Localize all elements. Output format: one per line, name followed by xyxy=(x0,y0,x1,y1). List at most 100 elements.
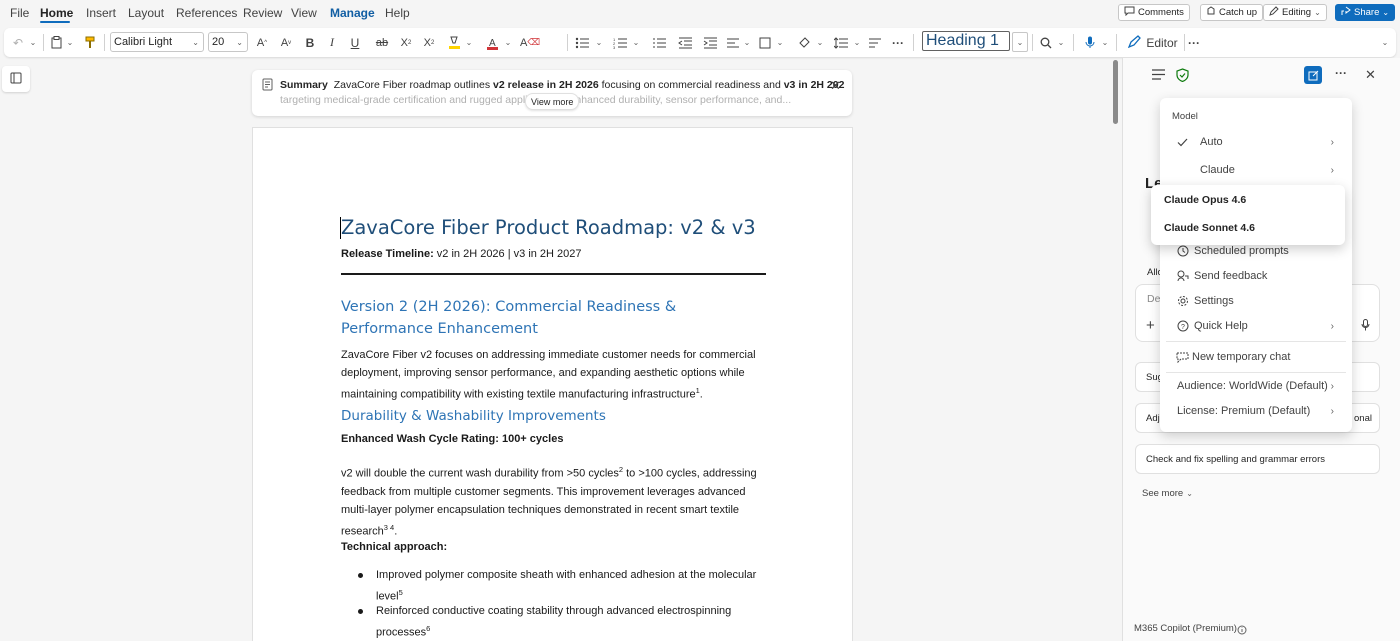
editor-button[interactable]: Editor xyxy=(1124,33,1182,52)
line-spacing-icon[interactable] xyxy=(833,33,849,52)
shield-check-icon[interactable] xyxy=(1176,68,1189,85)
info-icon[interactable] xyxy=(1237,624,1247,638)
strikethrough-icon[interactable]: ab xyxy=(373,33,391,52)
footnote-ref[interactable]: 1 xyxy=(696,386,700,395)
increase-indent-icon[interactable] xyxy=(701,33,719,52)
tab-insert[interactable]: Insert xyxy=(86,6,116,20)
see-more-button[interactable]: See more ⌄ xyxy=(1142,488,1193,499)
editing-mode-button[interactable]: Editing ⌄ xyxy=(1263,4,1327,21)
chevron-down-icon[interactable]: ⌄ xyxy=(594,33,604,52)
document-title[interactable]: ZavaCore Fiber Product Roadmap: v2 & v3 xyxy=(341,216,756,239)
italic-icon[interactable]: I xyxy=(324,33,340,52)
hamburger-icon[interactable] xyxy=(1152,69,1165,83)
align-icon[interactable] xyxy=(724,33,742,52)
chevron-down-icon[interactable]: ⌄ xyxy=(815,33,825,52)
bold-icon[interactable]: B xyxy=(302,33,318,52)
paragraph-icon[interactable] xyxy=(867,33,883,52)
footnote-ref[interactable]: 6 xyxy=(426,624,430,633)
highlight-icon[interactable] xyxy=(446,33,462,52)
model-option-opus[interactable]: Claude Opus 4.6 xyxy=(1164,194,1246,206)
menu-item-send-feedback[interactable]: Send feedback xyxy=(1160,264,1352,288)
list-item[interactable]: Reinforced conductive coating stability … xyxy=(376,602,766,641)
more-options-icon[interactable]: ··· xyxy=(1186,33,1202,52)
view-more-button[interactable]: View more xyxy=(525,93,580,110)
tab-home[interactable]: Home xyxy=(40,6,73,20)
paste-icon[interactable] xyxy=(48,33,64,52)
comments-button[interactable]: Comments xyxy=(1118,4,1190,21)
tab-view[interactable]: View xyxy=(291,6,317,20)
plus-icon[interactable]: + xyxy=(1146,317,1155,334)
tab-references[interactable]: References xyxy=(176,6,237,20)
model-option-sonnet[interactable]: Claude Sonnet 4.6 xyxy=(1164,222,1255,234)
more-icon[interactable]: ··· xyxy=(890,33,906,52)
chevron-down-icon[interactable]: ⌄ xyxy=(775,33,785,52)
undo-icon[interactable]: ↶ xyxy=(10,33,26,52)
release-timeline[interactable]: Release Timeline: v2 in 2H 2026 | v3 in … xyxy=(341,248,582,260)
chevron-down-icon[interactable]: ⌄ xyxy=(1056,33,1066,52)
menu-item-claude[interactable]: Claude › xyxy=(1160,158,1352,182)
wash-cycle-rating[interactable]: Enhanced Wash Cycle Rating: 100+ cycles xyxy=(341,433,563,445)
chevron-down-icon[interactable]: ⌄ xyxy=(852,33,862,52)
style-select[interactable]: Heading 1 xyxy=(922,31,1010,51)
technical-approach-label[interactable]: Technical approach: xyxy=(341,541,447,553)
format-painter-icon[interactable] xyxy=(82,33,98,52)
catchup-button[interactable]: Catch up xyxy=(1200,4,1264,21)
list-item[interactable]: Improved polymer composite sheath with e… xyxy=(376,566,766,606)
superscript-icon[interactable]: X2 xyxy=(420,33,438,52)
menu-item-quick-help[interactable]: ? Quick Help › xyxy=(1160,314,1352,338)
clear-formatting-icon[interactable]: A ⌫ xyxy=(520,33,540,52)
menu-item-license[interactable]: License: Premium (Default) › xyxy=(1160,399,1352,423)
summary-bold-v2: v2 release in 2H 2026 xyxy=(493,79,599,91)
paragraph-wash-durability[interactable]: v2 will double the current wash durabili… xyxy=(341,461,761,540)
menu-item-settings[interactable]: Settings xyxy=(1160,289,1352,313)
collapse-ribbon-icon[interactable]: ⌄ xyxy=(1378,33,1392,52)
microphone-icon[interactable] xyxy=(1361,319,1370,334)
chevron-down-icon[interactable]: ⌄ xyxy=(65,33,75,52)
underline-icon[interactable]: U xyxy=(347,33,363,52)
tab-manage[interactable]: Manage xyxy=(330,6,375,20)
font-color-icon[interactable]: A xyxy=(484,33,500,52)
svg-text:?: ? xyxy=(1181,324,1185,331)
chevron-down-icon[interactable]: ⌄ xyxy=(1100,33,1110,52)
heading-durability[interactable]: Durability & Washability Improvements xyxy=(341,408,606,424)
footnote-ref[interactable]: 3 4 xyxy=(384,523,394,532)
close-pane-icon[interactable]: ✕ xyxy=(1365,67,1376,83)
grow-font-icon[interactable]: A ^ xyxy=(254,33,270,52)
close-icon[interactable]: ✕ xyxy=(830,78,841,94)
more-options-icon[interactable]: ··· xyxy=(1335,66,1347,80)
share-button[interactable]: Share ⌄ xyxy=(1335,4,1396,21)
numbering-icon[interactable]: 123 xyxy=(611,33,629,52)
tab-layout[interactable]: Layout xyxy=(128,6,164,20)
decrease-indent-icon[interactable] xyxy=(676,33,694,52)
search-icon[interactable] xyxy=(1038,33,1054,52)
document-page[interactable]: ZavaCore Fiber Product Roadmap: v2 & v3 … xyxy=(252,127,853,641)
new-chat-icon[interactable] xyxy=(1304,66,1322,84)
shrink-font-icon[interactable]: Av xyxy=(278,33,294,52)
menu-item-new-temporary-chat[interactable]: New temporary chat xyxy=(1160,345,1352,369)
tab-review[interactable]: Review xyxy=(243,6,282,20)
subscript-icon[interactable]: X2 xyxy=(397,33,415,52)
menu-item-audience[interactable]: Audience: WorldWide (Default) › xyxy=(1160,374,1352,398)
tab-file[interactable]: File xyxy=(10,6,29,20)
shading-icon[interactable] xyxy=(796,33,812,52)
chevron-down-icon[interactable]: ⌄ xyxy=(631,33,641,52)
footnote-ref[interactable]: 5 xyxy=(399,588,403,597)
chevron-down-icon[interactable]: ⌄ xyxy=(464,33,474,52)
menu-item-auto[interactable]: Auto › xyxy=(1160,130,1352,154)
tab-help[interactable]: Help xyxy=(385,6,410,20)
navigation-pane-button[interactable] xyxy=(2,66,30,92)
document-scrollbar[interactable] xyxy=(1113,60,1118,124)
styles-chevron-down-icon[interactable]: ⌄ xyxy=(1012,32,1028,52)
paragraph-intro[interactable]: ZavaCore Fiber v2 focuses on addressing … xyxy=(341,346,761,404)
bullets-icon[interactable] xyxy=(573,33,591,52)
chevron-down-icon[interactable]: ⌄ xyxy=(742,33,752,52)
chevron-down-icon[interactable]: ⌄ xyxy=(503,33,513,52)
borders-icon[interactable] xyxy=(757,33,773,52)
dictate-icon[interactable] xyxy=(1082,33,1098,52)
font-size-select[interactable]: 20 ⌄ xyxy=(208,32,248,52)
suggestion-card-spelling[interactable]: Check and fix spelling and grammar error… xyxy=(1135,444,1380,474)
heading-version-2[interactable]: Version 2 (2H 2026): Commercial Readines… xyxy=(341,296,761,340)
checklist-icon[interactable] xyxy=(650,33,668,52)
chevron-down-icon[interactable]: ⌄ xyxy=(28,33,38,52)
font-name-select[interactable]: Calibri Light ⌄ xyxy=(110,32,204,52)
